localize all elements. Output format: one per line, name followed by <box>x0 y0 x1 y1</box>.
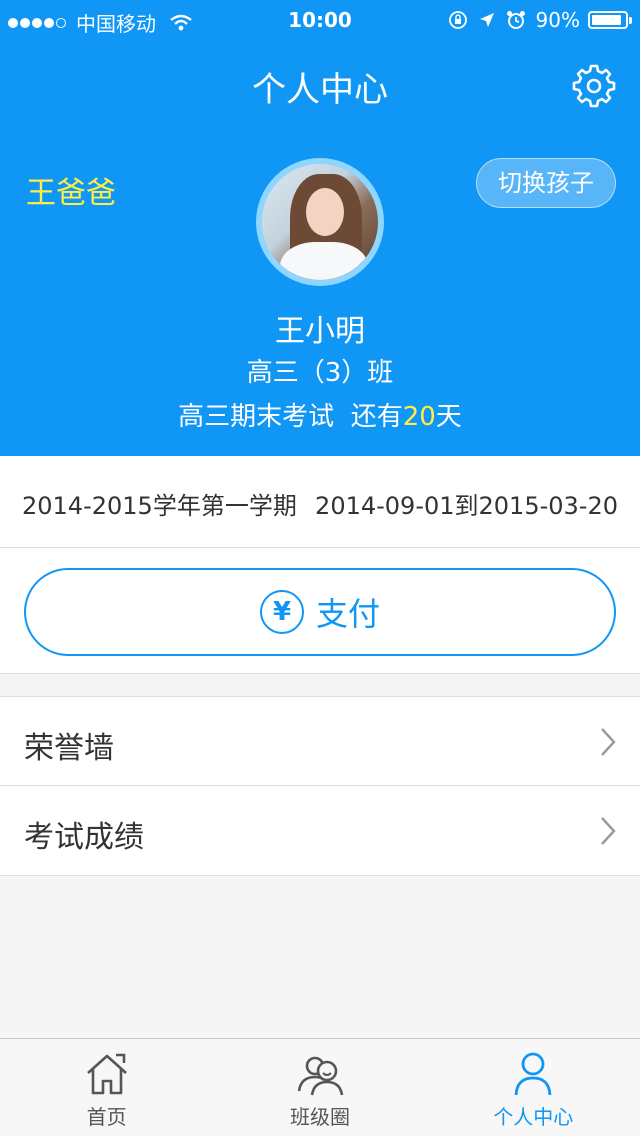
parent-name: 王爸爸 <box>26 176 116 211</box>
tab-label: 班级圈 <box>289 1105 350 1129</box>
tab-bar: 首页 班级圈 个人中心 <box>0 1038 640 1136</box>
avatar-photo <box>262 164 378 280</box>
alarm-icon <box>506 11 525 29</box>
battery-icon <box>588 11 632 29</box>
gear-icon[interactable] <box>570 62 618 110</box>
tab-label: 个人中心 <box>493 1105 574 1129</box>
person-icon <box>514 1052 552 1096</box>
term-date-range: 2014-09-01到2015-03-20 <box>315 492 618 520</box>
location-arrow-icon <box>479 13 494 27</box>
menu-item-label: 荣誉墙 <box>24 731 114 766</box>
avatar[interactable] <box>256 158 384 286</box>
tab-home[interactable]: 首页 <box>0 1039 213 1136</box>
home-icon <box>86 1053 127 1095</box>
tab-profile[interactable]: 个人中心 <box>427 1039 640 1136</box>
pay-button[interactable]: ¥ 支付 <box>24 568 616 656</box>
switch-child-button[interactable]: 切换孩子 <box>476 158 616 208</box>
group-icon <box>297 1056 344 1096</box>
chevron-right-icon <box>601 817 616 845</box>
status-right: 90% <box>448 8 632 32</box>
tab-class-circle[interactable]: 班级圈 <box>213 1039 426 1136</box>
menu-item-exam-scores[interactable]: 考试成绩 <box>0 786 640 876</box>
term-info-row: 2014-2015学年第一学期 2014-09-01到2015-03-20 <box>0 456 640 548</box>
chevron-right-icon <box>601 728 616 756</box>
tab-label: 首页 <box>86 1105 127 1129</box>
term-name: 2014-2015学年第一学期 <box>22 492 297 520</box>
child-class: 高三（3）班 <box>246 358 394 388</box>
countdown-suffix: 天 <box>435 402 462 432</box>
countdown-days: 20 <box>402 402 436 432</box>
profile-header: 中国移动 10:00 90% 个人中心 王爸爸 切换孩子 王小明 高三（3）班 … <box>0 0 640 456</box>
child-name: 王小明 <box>275 314 365 349</box>
pay-section: ¥ 支付 <box>0 548 640 674</box>
countdown-prefix: 高三期末考试 还有 <box>178 402 403 432</box>
pay-label: 支付 <box>315 595 380 633</box>
menu-item-label: 考试成绩 <box>24 820 144 855</box>
yen-icon: ¥ <box>259 590 304 634</box>
status-bar: 中国移动 10:00 90% <box>0 0 640 40</box>
exam-countdown: 高三期末考试 还有20天 <box>0 396 640 433</box>
orientation-lock-icon <box>448 11 467 29</box>
page-title: 个人中心 <box>252 70 388 110</box>
battery-percent: 90% <box>535 8 580 32</box>
menu-item-honor-wall[interactable]: 荣誉墙 <box>0 696 640 786</box>
